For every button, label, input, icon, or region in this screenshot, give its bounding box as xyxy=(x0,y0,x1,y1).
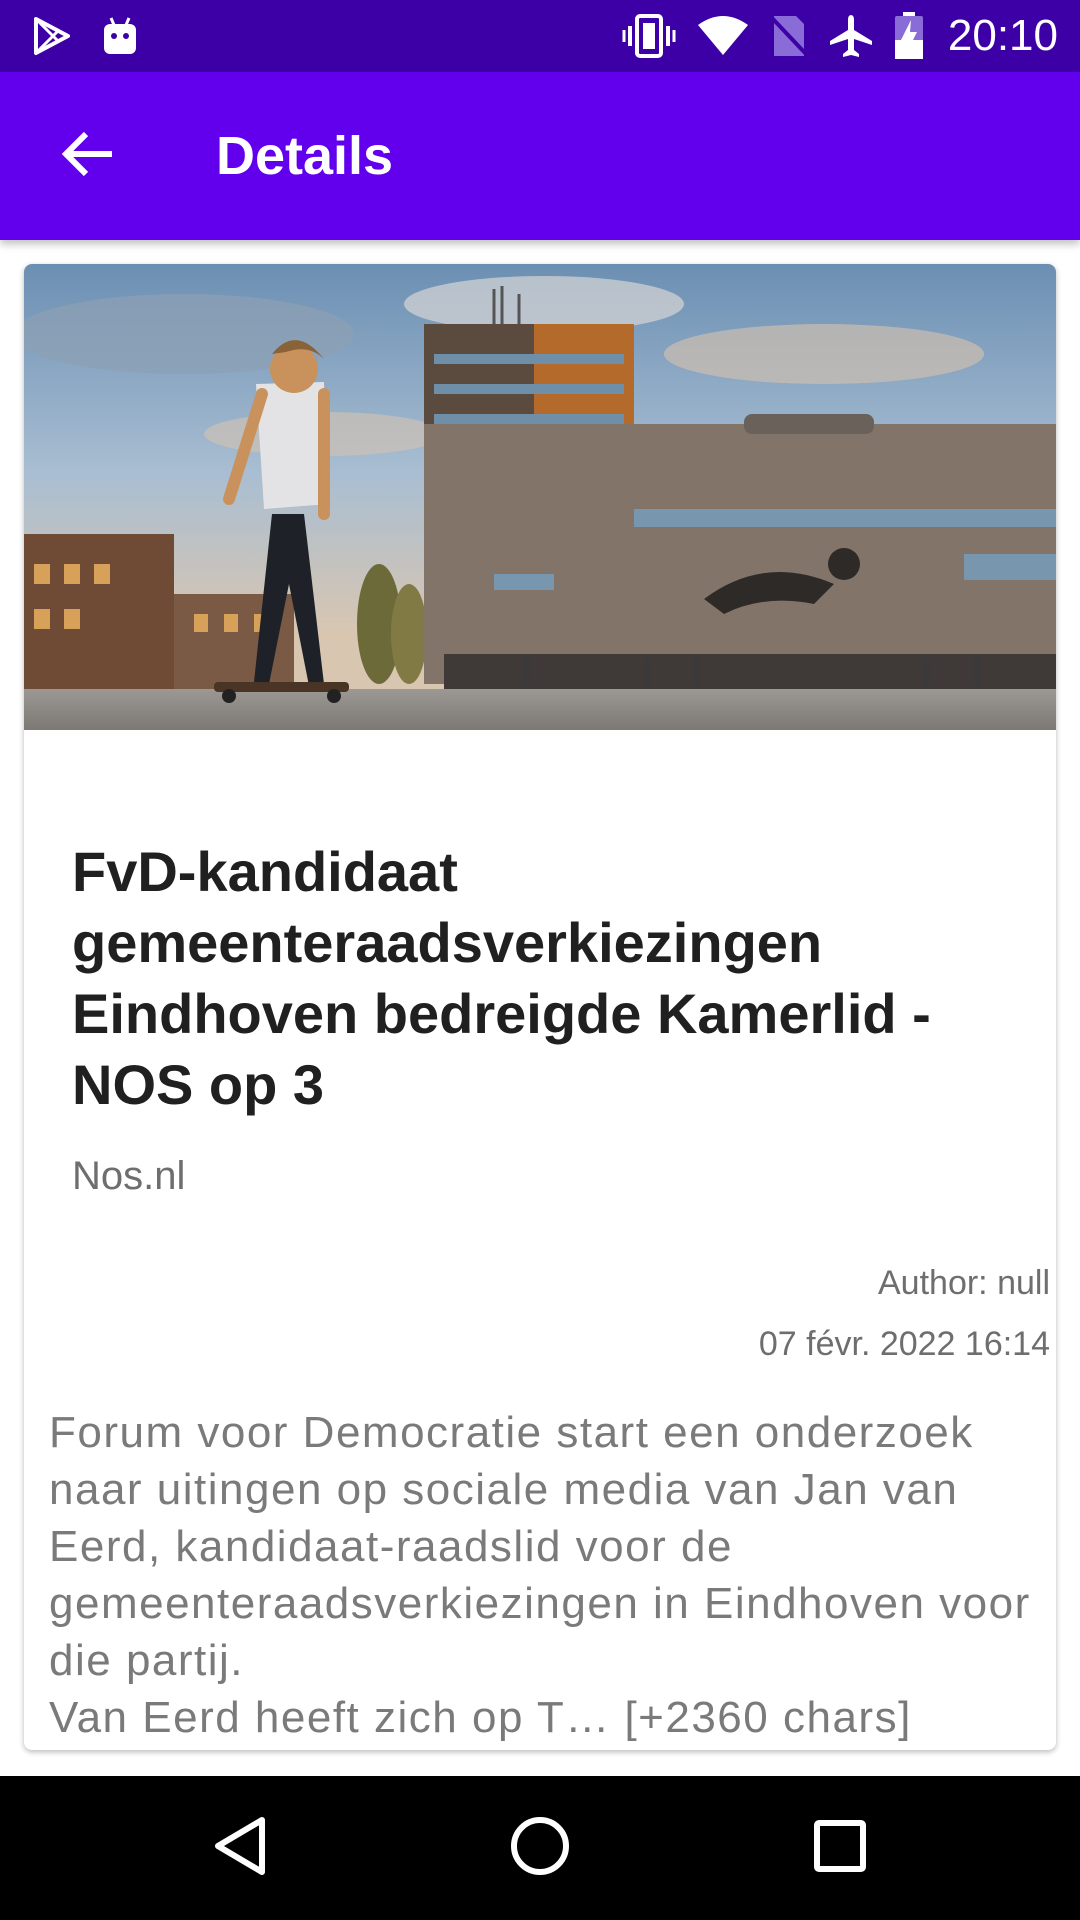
article-card[interactable]: FvD-kandidaat gemeenteraadsverkiezingen … xyxy=(24,264,1056,1750)
screen: 20:10 Details FvD-kandidaat gemeenteraad… xyxy=(0,0,1080,1920)
android-icon xyxy=(102,16,138,56)
airplane-mode-icon xyxy=(828,13,874,59)
no-sim-icon xyxy=(770,14,808,58)
article-date: 07 févr. 2022 16:14 xyxy=(758,1325,1050,1363)
arrow-back-icon xyxy=(61,131,114,182)
play-store-icon xyxy=(32,16,72,56)
status-bar: 20:10 xyxy=(0,0,1080,72)
vibrate-icon xyxy=(622,14,676,58)
article-title: FvD-kandidaat gemeenteraadsverkiezingen … xyxy=(72,840,931,1116)
nav-back-button[interactable] xyxy=(192,1800,288,1896)
nav-recents-button[interactable] xyxy=(792,1800,888,1896)
main-content[interactable]: FvD-kandidaat gemeenteraadsverkiezingen … xyxy=(0,240,1080,1776)
status-right-icons: 20:10 xyxy=(622,0,1058,72)
recents-square-icon xyxy=(810,1816,870,1881)
article-author: Author: null xyxy=(878,1264,1050,1302)
app-bar: Details xyxy=(0,72,1080,240)
home-circle-icon xyxy=(508,1814,572,1883)
article-image xyxy=(24,264,1056,730)
battery-charging-icon xyxy=(894,12,924,60)
article-source: Nos.nl xyxy=(72,1154,186,1198)
status-time: 20:10 xyxy=(947,11,1058,60)
back-button[interactable] xyxy=(40,108,136,204)
nav-home-button[interactable] xyxy=(492,1800,588,1896)
navigation-bar xyxy=(0,1776,1080,1920)
back-triangle-icon xyxy=(210,1814,270,1883)
article-description: Forum voor Democratie start een onderzoe… xyxy=(49,1408,1031,1742)
wifi-icon xyxy=(696,15,750,57)
app-bar-title: Details xyxy=(216,126,394,186)
status-left-icons xyxy=(32,0,138,72)
